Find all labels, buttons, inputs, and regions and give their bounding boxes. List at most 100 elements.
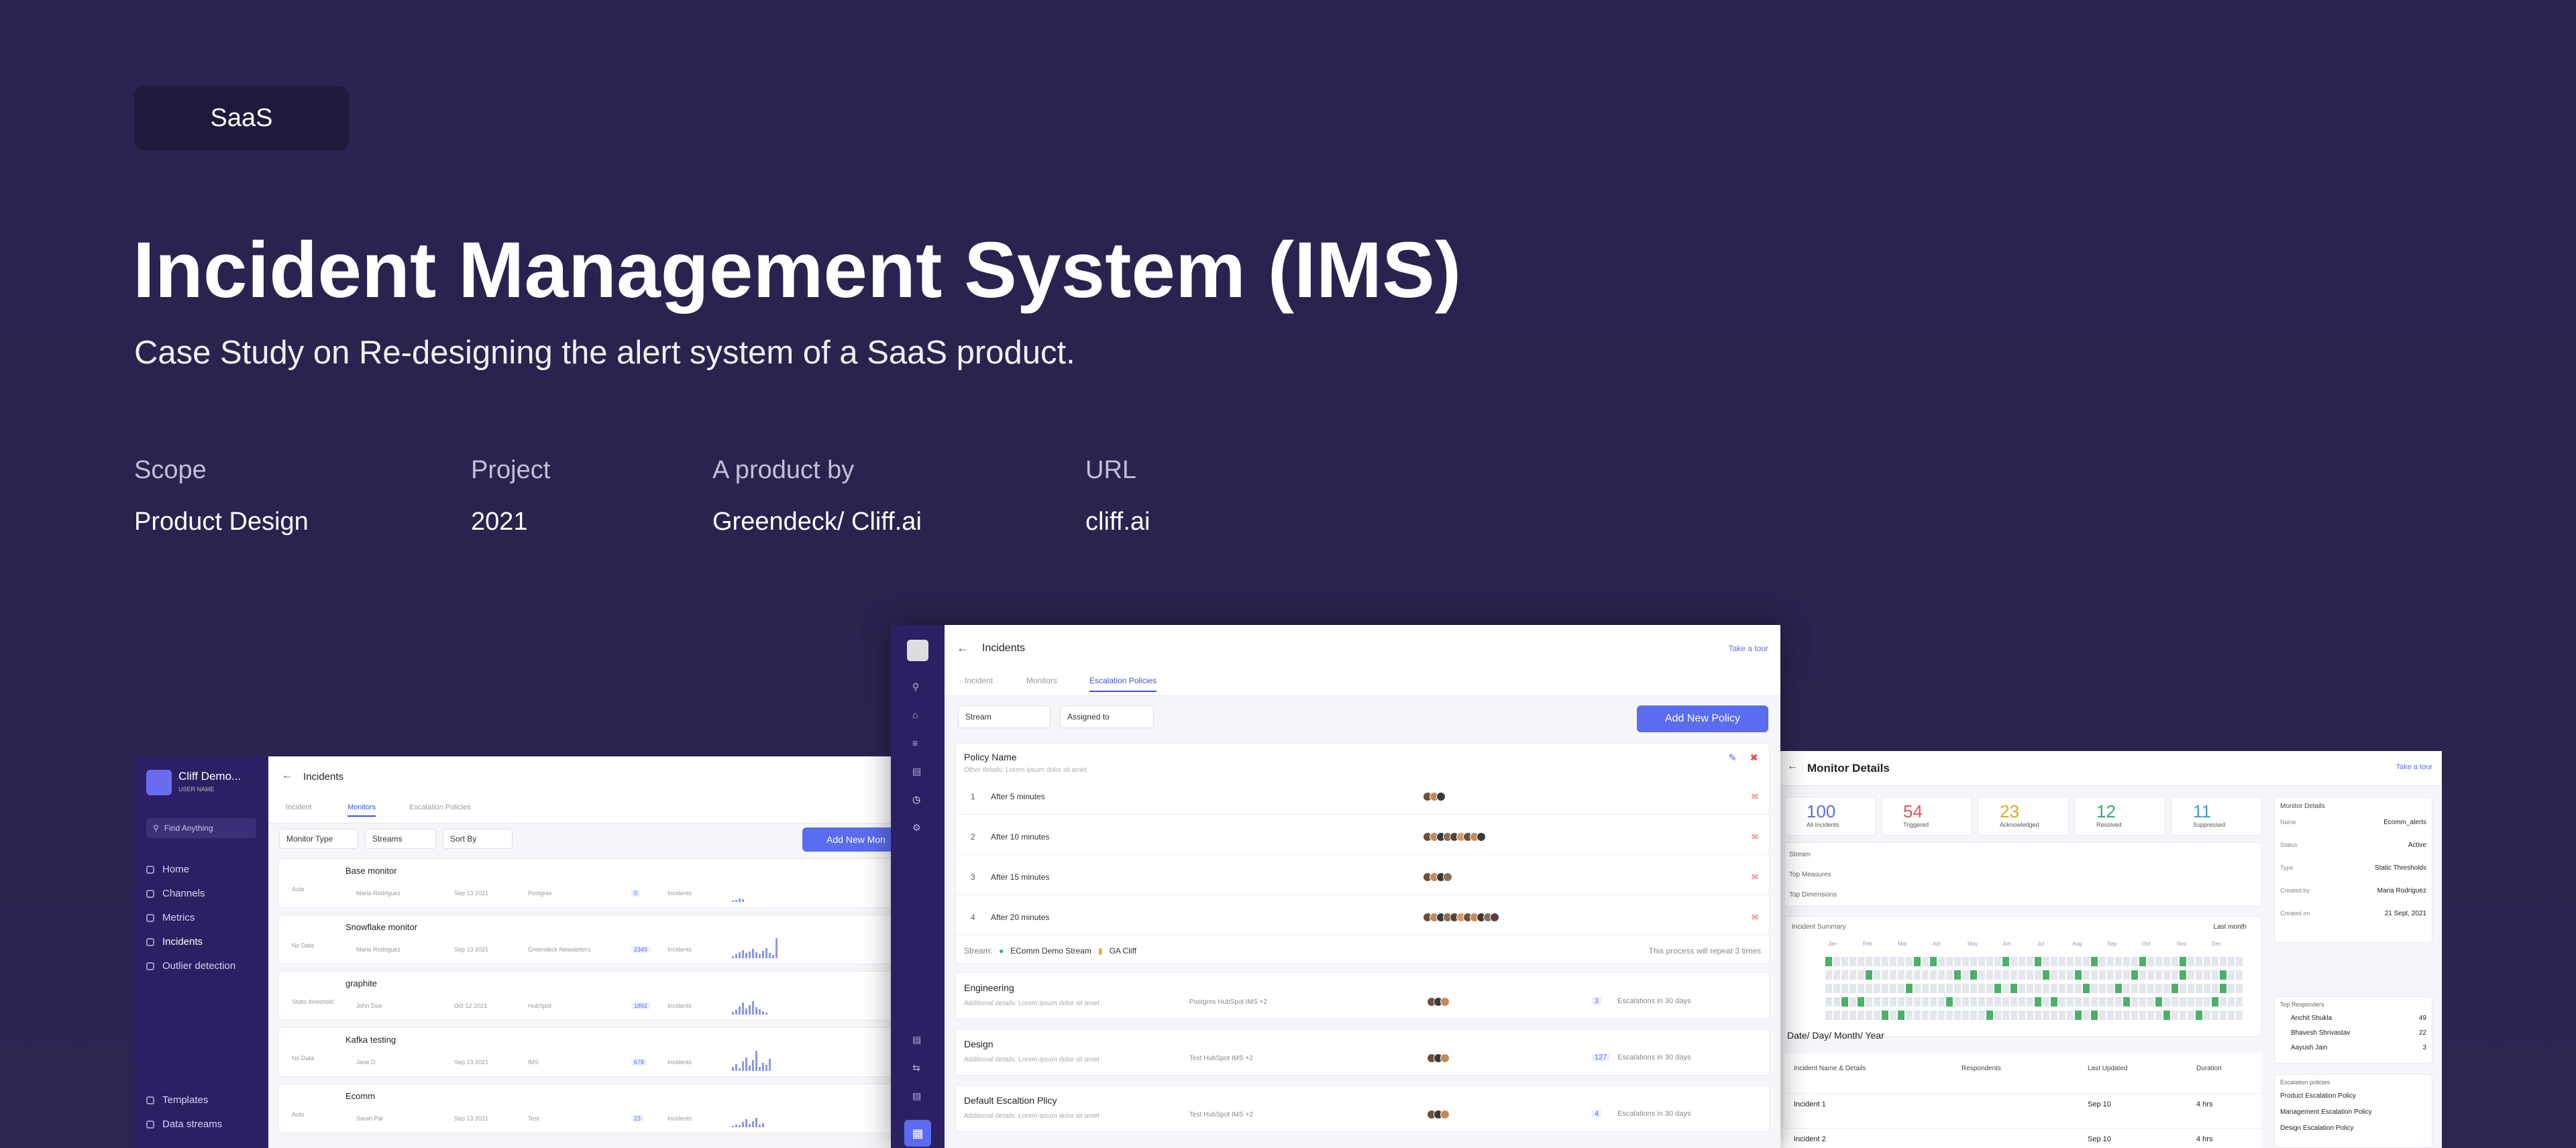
heatmap-cell bbox=[1841, 1011, 1848, 1020]
monitor-name: Base monitor bbox=[345, 866, 397, 876]
file-icon[interactable]: ▤ bbox=[912, 1090, 921, 1102]
heatmap-cell bbox=[2204, 970, 2210, 980]
heatmap-cell bbox=[2180, 970, 2186, 980]
sidebar-item-templates[interactable]: Templates bbox=[146, 1094, 208, 1106]
incident-count: 678 bbox=[631, 1059, 647, 1066]
sidebar-item-incidents[interactable]: Incidents bbox=[146, 936, 203, 948]
table-row[interactable]: Incident 1 Sep 10 4 hrs bbox=[1784, 1093, 2262, 1124]
search-icon[interactable]: ⚲ bbox=[912, 681, 919, 693]
incident-icon[interactable]: ◷ bbox=[912, 794, 920, 805]
step-number: 4 bbox=[971, 913, 975, 922]
document-icon[interactable]: ▤ bbox=[912, 1034, 921, 1045]
avatar[interactable] bbox=[907, 640, 928, 661]
stream-dropdown[interactable]: Stream bbox=[958, 705, 1051, 728]
home-icon[interactable]: ⌂ bbox=[912, 709, 918, 720]
spark-bar bbox=[755, 1007, 757, 1015]
monitor-row[interactable]: Auto Ecomm Sarah Pal Sep 13 2021 Test 23 Incid… bbox=[278, 1084, 892, 1133]
tab-monitors[interactable]: Monitors bbox=[347, 803, 376, 817]
step-label: After 15 minutes bbox=[991, 872, 1050, 882]
summary-range-dropdown[interactable]: Last month bbox=[2214, 923, 2247, 931]
policy-card-expanded[interactable]: Policy Name Other details: Lorem ipsum d… bbox=[955, 743, 1770, 964]
escalation-policy-item[interactable]: Management Escalation Policy bbox=[2280, 1108, 2372, 1116]
escalation-step[interactable]: 3 After 15 minutes ✉ bbox=[956, 863, 1769, 895]
detail-value: Active bbox=[2408, 842, 2426, 849]
sort-by-dropdown[interactable]: Sort By bbox=[443, 829, 513, 849]
templates-icon bbox=[146, 1096, 154, 1104]
escalation-step[interactable]: 4 After 20 minutes ✉ bbox=[956, 903, 1769, 935]
sidebar-item-outlier[interactable]: Outlier detection bbox=[146, 960, 235, 972]
heatmap-cell bbox=[1954, 997, 1961, 1007]
heatmap-cell bbox=[1962, 997, 1969, 1007]
escalation-step[interactable]: 1 After 5 minutes ✉ bbox=[956, 783, 1769, 815]
tab-escalation[interactable]: Escalation Policies bbox=[409, 803, 471, 811]
incident-label: Incidents bbox=[667, 1115, 692, 1122]
tab-escalation-policies[interactable]: Escalation Policies bbox=[1089, 676, 1157, 692]
edit-icon[interactable]: ✎ bbox=[1728, 752, 1737, 764]
responder-name: Aayush Jain bbox=[2291, 1044, 2328, 1051]
heatmap-cell bbox=[1906, 957, 1913, 966]
heatmap-cell bbox=[2043, 957, 2049, 966]
tab-incident[interactable]: Incident bbox=[286, 803, 312, 811]
add-monitor-button[interactable]: Add New Mon bbox=[802, 827, 892, 852]
heatmap-cell bbox=[1849, 984, 1856, 993]
monitors-header: ← Incidents Incident Monitors Escalation… bbox=[268, 756, 892, 823]
heatmap-cell bbox=[2212, 1011, 2218, 1020]
policy-row[interactable]: Design Additional details: Lorem ipsum do… bbox=[955, 1029, 1770, 1076]
list-icon[interactable]: ≡ bbox=[912, 738, 918, 748]
heatmap-cell bbox=[2059, 984, 2065, 993]
back-arrow-icon[interactable]: ← bbox=[282, 770, 292, 782]
respondent-avatars bbox=[1427, 1110, 1450, 1119]
period-dropdown[interactable]: Date/ Day/ Month/ Year bbox=[1787, 1030, 1884, 1041]
policy-row[interactable]: Default Escaltion Plicy Additional detail… bbox=[955, 1085, 1770, 1132]
escalation-policy-item[interactable]: Product Escalation Policy bbox=[2280, 1092, 2356, 1100]
swap-icon[interactable]: ⇆ bbox=[912, 1062, 920, 1074]
spark-bar bbox=[765, 1013, 767, 1015]
take-tour-link[interactable]: Take a tour bbox=[2396, 763, 2432, 771]
monitor-type: Static threshold bbox=[292, 998, 334, 1005]
streams-dropdown[interactable]: Streams bbox=[365, 829, 436, 849]
heatmap-cell bbox=[1954, 970, 1961, 980]
sidebar-item-home[interactable]: Home bbox=[146, 864, 189, 875]
back-arrow-icon[interactable]: ← bbox=[1787, 760, 1798, 772]
heatmap-cell bbox=[2188, 997, 2194, 1007]
monitor-row[interactable]: Auto Base monitor Maria Rodriguez Sep 13 20… bbox=[278, 858, 892, 908]
policy-row[interactable]: Engineering Additional details: Lorem ips… bbox=[955, 972, 1770, 1019]
meta-label: URL bbox=[1085, 456, 1137, 484]
monitor-row[interactable]: No Data Snowflake monitor Maria Rodriguez S… bbox=[278, 915, 892, 964]
heatmap-cell bbox=[1882, 970, 1888, 980]
assigned-to-dropdown[interactable]: Assigned to bbox=[1060, 705, 1154, 728]
policy-sources: Test HubSpot IMS +2 bbox=[1189, 1055, 1253, 1062]
monitor-source: HubSpot bbox=[528, 1002, 552, 1009]
escalation-step[interactable]: 2 After 10 minutes ✉ bbox=[956, 823, 1769, 855]
month-label: Sep bbox=[2107, 941, 2117, 947]
apps-grid-icon[interactable]: ▦ bbox=[904, 1120, 931, 1147]
meta-value[interactable]: cliff.ai bbox=[1085, 508, 1150, 536]
monitor-type: Auto bbox=[292, 886, 305, 893]
workspace-name[interactable]: Cliff Demo... bbox=[178, 770, 241, 783]
take-tour-link[interactable]: Take a tour bbox=[1729, 644, 1768, 653]
heatmap-cell bbox=[2099, 957, 2106, 966]
header-title: Monitor Details bbox=[1807, 762, 1890, 774]
tab-monitors[interactable]: Monitors bbox=[1026, 676, 1057, 685]
monitor-row[interactable]: No Data Kafka testing Jane D. Sep 13 2021 IM… bbox=[278, 1027, 892, 1077]
gear-icon[interactable]: ⚙ bbox=[912, 822, 921, 834]
escalation-policy-item[interactable]: Design Escalation Policy bbox=[2280, 1125, 2354, 1132]
find-anything-input[interactable]: ⚲ Find Anything bbox=[146, 818, 256, 838]
add-policy-button[interactable]: Add New Policy bbox=[1637, 705, 1768, 732]
heatmap-cell bbox=[1970, 984, 1977, 993]
table-row[interactable]: Incident 2 Sep 10 4 hrs bbox=[1784, 1128, 2262, 1148]
sidebar-item-data-streams[interactable]: Data streams bbox=[146, 1118, 222, 1130]
spark-bar bbox=[732, 1012, 734, 1015]
sidebar-item-metrics[interactable]: Metrics bbox=[146, 912, 195, 923]
channels-icon bbox=[146, 889, 154, 898]
sidebar-item-channels[interactable]: Channels bbox=[146, 888, 205, 899]
heatmap-cell bbox=[2147, 970, 2154, 980]
tab-incident[interactable]: Incident bbox=[965, 676, 993, 685]
monitor-type-dropdown[interactable]: Monitor Type bbox=[279, 829, 358, 849]
back-arrow-icon[interactable]: ← bbox=[957, 641, 969, 655]
trash-icon[interactable]: ✖ bbox=[1750, 752, 1758, 764]
chart-icon[interactable]: ▤ bbox=[912, 766, 921, 777]
spark-bar bbox=[759, 1067, 761, 1071]
nav-label: Channels bbox=[162, 888, 205, 899]
monitor-row[interactable]: Static threshold graphite John Doe Oct 12 2… bbox=[278, 971, 892, 1021]
